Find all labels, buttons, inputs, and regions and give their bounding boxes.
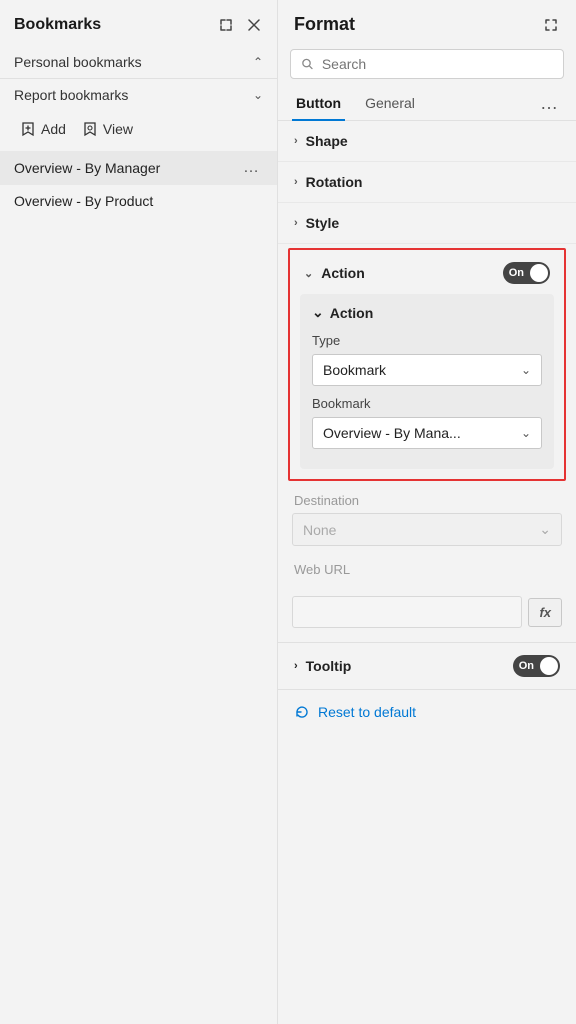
tooltip-left: › Tooltip — [294, 658, 351, 674]
weburl-input[interactable] — [292, 596, 522, 628]
shape-chevron-right-icon: › — [294, 135, 298, 147]
view-bookmark-label: View — [103, 121, 133, 137]
personal-chevron-down-icon: ⌃ — [253, 55, 263, 69]
panel-header-icons — [217, 16, 263, 34]
destination-arrow-icon: ⌄ — [539, 521, 551, 538]
type-dropdown-arrow-icon: ⌄ — [521, 363, 531, 377]
tooltip-chevron-right-icon: › — [294, 660, 298, 672]
shape-label: Shape — [306, 133, 348, 149]
destination-label: Destination — [292, 493, 562, 508]
bookmark-dropdown-value: Overview - By Mana... — [323, 425, 461, 441]
action-section: ⌄ Action On ⌄ Action Type Bookmark ⌄ Boo… — [288, 248, 566, 481]
tooltip-toggle[interactable]: On — [513, 655, 560, 677]
destination-group: Destination None ⌄ — [292, 493, 562, 546]
add-bookmark-button[interactable]: Add — [14, 117, 72, 141]
inner-action-label: Action — [330, 305, 374, 321]
bookmark-dropdown[interactable]: Overview - By Mana... ⌄ — [312, 417, 542, 449]
destination-dropdown: None ⌄ — [292, 513, 562, 546]
action-label: Action — [321, 265, 365, 281]
inner-action-card: ⌄ Action Type Bookmark ⌄ Bookmark Overvi… — [300, 294, 554, 469]
bookmark-field-label: Bookmark — [312, 396, 542, 411]
action-chevron-down-icon: ⌄ — [304, 267, 313, 280]
personal-bookmarks-header[interactable]: Personal bookmarks ⌃ — [0, 46, 277, 78]
reset-icon — [294, 704, 310, 720]
personal-bookmarks-label: Personal bookmarks — [14, 54, 142, 70]
rotation-label: Rotation — [306, 174, 363, 190]
tabs-row: Button General … — [278, 87, 576, 121]
view-bookmark-button[interactable]: View — [76, 117, 139, 141]
type-field-label: Type — [312, 333, 542, 348]
format-expand-icon[interactable] — [542, 16, 560, 34]
action-toggle-label: On — [505, 267, 528, 279]
fx-button[interactable]: fx — [528, 598, 562, 627]
action-header-left: ⌄ Action — [304, 265, 365, 281]
type-dropdown-value: Bookmark — [323, 362, 386, 378]
left-panel: Bookmarks Personal bookmarks ⌃ Report bo… — [0, 0, 278, 1024]
panel-title: Bookmarks — [14, 16, 101, 34]
bookmark-item-manager-more[interactable]: … — [239, 159, 263, 177]
weburl-label: Web URL — [292, 562, 562, 577]
action-toggle[interactable]: On — [503, 262, 550, 284]
bookmark-item-manager-label: Overview - By Manager — [14, 160, 239, 176]
tooltip-section[interactable]: › Tooltip On — [278, 642, 576, 689]
search-icon — [301, 57, 314, 71]
report-bookmarks-label: Report bookmarks — [14, 87, 128, 103]
bookmark-dropdown-arrow-icon: ⌄ — [521, 426, 531, 440]
add-bookmark-label: Add — [41, 121, 66, 137]
type-dropdown[interactable]: Bookmark ⌄ — [312, 354, 542, 386]
rotation-section[interactable]: › Rotation — [278, 162, 576, 203]
tab-button[interactable]: Button — [292, 87, 345, 121]
action-section-header[interactable]: ⌄ Action On — [290, 250, 564, 294]
style-label: Style — [306, 215, 339, 231]
bookmark-item-product[interactable]: Overview - By Product — [0, 185, 277, 217]
expand-icon[interactable] — [217, 16, 235, 34]
tooltip-toggle-label: On — [515, 660, 538, 672]
inner-action-header[interactable]: ⌄ Action — [312, 304, 542, 321]
reset-button[interactable]: Reset to default — [278, 689, 576, 734]
inner-chevron-down-icon: ⌄ — [312, 304, 324, 321]
rotation-chevron-right-icon: › — [294, 176, 298, 188]
tabs-more-icon[interactable]: … — [536, 91, 562, 116]
bookmark-item-product-label: Overview - By Product — [14, 193, 263, 209]
close-icon[interactable] — [245, 16, 263, 34]
destination-value: None — [303, 522, 336, 538]
right-header: Format — [278, 0, 576, 45]
shape-section[interactable]: › Shape — [278, 121, 576, 162]
bookmark-item-manager[interactable]: Overview - By Manager … — [0, 151, 277, 185]
format-title: Format — [294, 14, 355, 35]
style-chevron-right-icon: › — [294, 217, 298, 229]
toggle-knob — [530, 264, 548, 282]
tooltip-label: Tooltip — [306, 658, 352, 674]
panel-header: Bookmarks — [0, 0, 277, 46]
right-panel: Format Button General … › Shape › Rotati… — [278, 0, 576, 1024]
search-input[interactable] — [322, 56, 553, 72]
report-bookmarks-header[interactable]: Report bookmarks ⌄ — [0, 79, 277, 111]
report-chevron-up-icon: ⌄ — [253, 88, 263, 102]
weburl-group: Web URL — [292, 562, 562, 582]
tooltip-toggle-knob — [540, 657, 558, 675]
search-box[interactable] — [290, 49, 564, 79]
bookmark-actions: Add View — [0, 111, 277, 151]
tab-general[interactable]: General — [361, 87, 419, 121]
reset-label: Reset to default — [318, 704, 416, 720]
style-section[interactable]: › Style — [278, 203, 576, 244]
weburl-row: fx — [292, 596, 562, 628]
